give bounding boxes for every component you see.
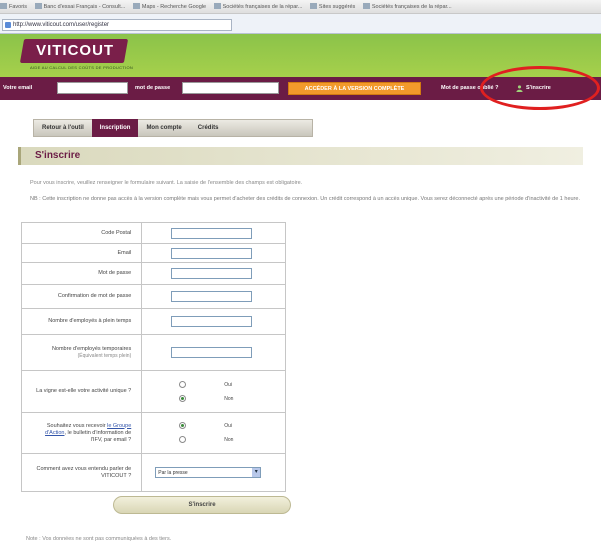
form-row-password: Mot de passe [20,262,286,285]
newsletter-oui-option: Oui [179,419,285,433]
form-row-email: Email [20,243,286,263]
viticout-logo[interactable]: VITICOUT [19,39,129,63]
confirm-password-field[interactable] [171,291,253,302]
temporary-employees-label: Nombre d'employés temporaires [51,345,132,352]
full-version-button[interactable]: ACCÉDER À LA VERSION COMPLÈTE [288,82,421,95]
heading-bar: S'inscrire [18,147,583,165]
favorite-link[interactable]: Maps - Recherche Google [133,0,212,10]
highlight-circle [480,66,600,110]
source-select[interactable]: Par la presse [155,467,262,478]
fulltime-employees-label: Nombre d'employés à plein temps [20,308,143,335]
email-label: Votre email [3,85,33,91]
tab-mon-compte[interactable]: Mon compte [138,119,189,137]
non-label: Non [224,437,234,443]
favorite-link[interactable]: Banc d'essai Français - Consult... [35,0,132,10]
intro-text: Pour vous inscrire, veuillez renseigner … [30,180,303,186]
code-postal-label: Code Postal [20,222,143,244]
temporary-employees-sublabel: (Équivalent temps plein) [77,352,132,359]
logo-tagline: AIDE AU CALCUL DES COÛTS DE PRODUCTION [30,65,134,70]
vigne-oui-option: Oui [179,378,285,392]
form-row-newsletter: Souhaitez vous recevoir le Groupe d'Acti… [20,412,286,454]
confirm-password-label: Confirmation de mot de passe [20,284,143,309]
vigne-question: La vigne est-elle votre activité unique … [20,370,143,413]
logo-text: VITICOUT [36,42,115,59]
register-submit-button[interactable]: S'inscrire [113,496,291,514]
favorites-bar: Favoris Banc d'essai Français - Consult.… [0,0,601,14]
form-row-fulltime: Nombre d'employés à plein temps [20,308,286,335]
vigne-oui-radio[interactable] [179,380,187,388]
fulltime-employees-input[interactable] [171,316,253,327]
tab-inscription[interactable]: Inscription [91,119,139,137]
oui-label: Oui [224,423,233,429]
form-row-confirm: Confirmation de mot de passe [20,284,286,309]
favorite-link[interactable]: Sociétés françaises de la répar... [363,0,458,10]
form-row-vigne: La vigne est-elle votre activité unique … [20,370,286,413]
address-bar-area: http://www.viticout.com/user/register [0,14,601,34]
temporary-employees-input[interactable] [171,347,253,358]
email-field-label: Email [20,243,143,263]
password-field[interactable] [171,268,253,279]
address-bar[interactable]: http://www.viticout.com/user/register [2,19,232,31]
favorite-link[interactable]: Sites suggérés [310,0,361,10]
form-row-temporary: Nombre d'employés temporaires (Équivalen… [20,334,286,371]
login-email-input[interactable] [57,82,128,94]
tab-bar: Retour à l'outil Inscription Mon compte … [33,119,313,137]
newsletter-non-radio[interactable] [179,436,187,443]
favorite-link[interactable]: Sociétés françaises de la répar... [214,0,309,10]
page: Favoris Banc d'essai Français - Consult.… [0,0,601,544]
form-row-code-postal: Code Postal [20,222,286,244]
favorite-link[interactable]: Favoris [0,0,33,10]
privacy-note: Note : Vos données ne sont pas communiqu… [26,536,172,542]
password-label: mot de passe [135,85,171,91]
nb-text: NB : Cette inscription ne donne pas accè… [30,196,580,202]
newsletter-non-option: Non [179,433,285,447]
password-field-label: Mot de passe [20,262,143,285]
newsletter-question: Souhaitez vous recevoir [46,422,106,429]
source-question: Comment avez vous entendu parler de VITI… [20,453,143,492]
tab-credits[interactable]: Crédits [190,119,227,137]
code-postal-input[interactable] [171,227,253,239]
form-row-source: Comment avez vous entendu parler de VITI… [20,453,286,492]
vigne-non-radio[interactable] [179,394,187,402]
login-password-input[interactable] [182,82,279,94]
non-label: Non [224,395,234,402]
oui-label: Oui [224,381,233,388]
newsletter-oui-radio[interactable] [179,422,187,429]
vigne-non-option: Non [179,392,285,406]
registration-form: Code Postal Email Mot de passe Confirmat… [20,222,286,492]
tab-retour-outil[interactable]: Retour à l'outil [34,119,92,137]
email-field[interactable] [171,247,253,259]
page-title: S'inscrire [35,150,81,161]
newsletter-question-end: , le bulletin d'information de l'IFV, pa… [64,429,132,443]
